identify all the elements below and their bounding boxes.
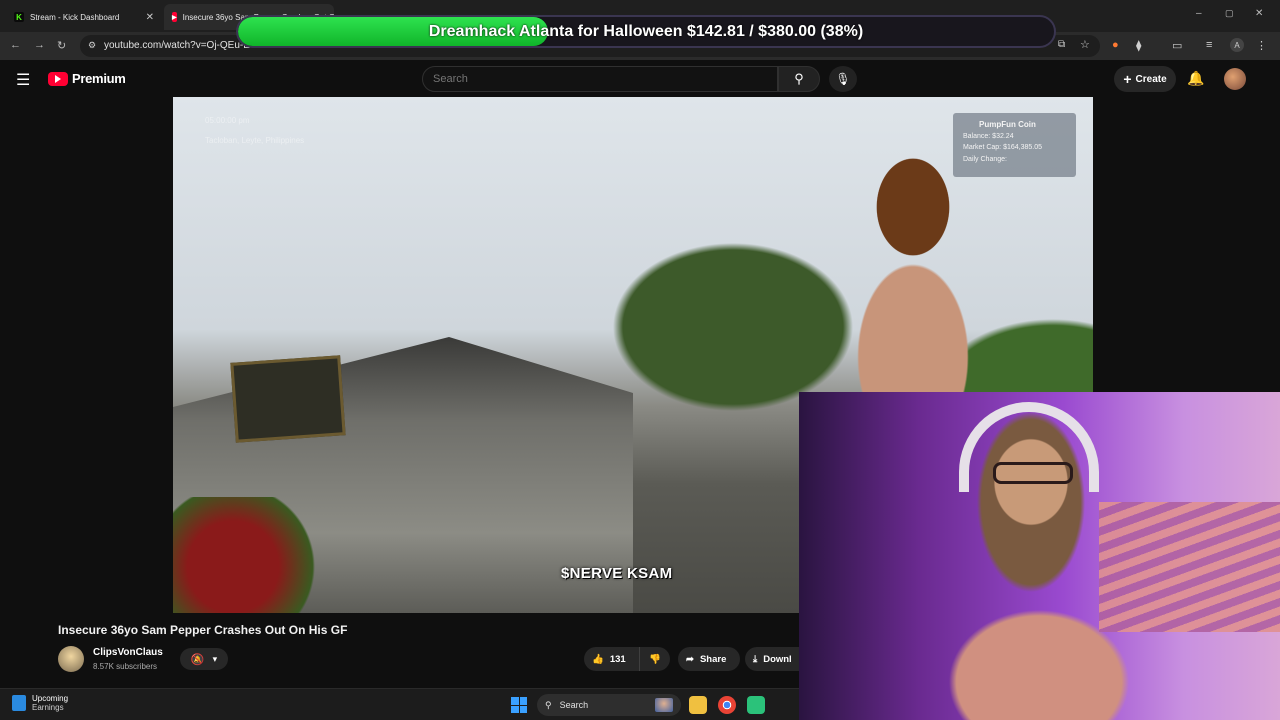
stock-widget-icon xyxy=(12,695,26,711)
youtube-icon: ▶ xyxy=(172,12,177,22)
extensions-puzzle-icon[interactable]: ⧫ xyxy=(1136,39,1141,52)
profile-icon[interactable]: A xyxy=(1230,38,1244,52)
coin-daily-change: Daily Change: xyxy=(963,155,1007,163)
tab-kick-dashboard[interactable]: K Stream - Kick Dashboard ✕ xyxy=(6,4,162,30)
file-explorer-icon[interactable] xyxy=(689,696,707,714)
video-bushes xyxy=(173,497,323,613)
bookmark-star-icon[interactable]: ☆ xyxy=(1080,38,1090,51)
youtube-premium-logo[interactable]: Premium xyxy=(48,71,126,86)
bell-off-icon: 🔕 xyxy=(190,653,205,666)
coin-balance: Balance: $32.24 xyxy=(963,132,1014,140)
browser-menu-icon[interactable]: ⋮ xyxy=(1256,39,1267,52)
windows-taskbar: Upcoming Earnings ⚲ Search xyxy=(0,688,799,720)
webcam-overlay xyxy=(799,392,1280,720)
like-count: 131 xyxy=(609,653,626,665)
search-highlight-image xyxy=(655,698,673,712)
share-icon: ➦ xyxy=(686,653,694,665)
widget-subtitle: Earnings xyxy=(32,703,64,712)
subscribed-notifications-button[interactable]: 🔕 ▾ xyxy=(180,648,228,670)
close-window-icon[interactable]: ✕ xyxy=(1255,8,1263,19)
hamburger-menu-icon[interactable]: ☰ xyxy=(16,70,30,90)
thumbs-up-icon: 👍 xyxy=(592,653,604,665)
create-label: Create xyxy=(1135,73,1167,85)
kick-icon: K xyxy=(14,12,24,22)
minimize-icon[interactable]: – xyxy=(1196,8,1202,19)
search-box[interactable] xyxy=(422,66,778,92)
back-icon[interactable]: ← xyxy=(10,39,21,51)
tab-title: Stream - Kick Dashboard xyxy=(30,12,120,22)
chevron-down-icon: ▾ xyxy=(212,653,218,664)
app-icon[interactable] xyxy=(747,696,765,714)
video-location-overlay: 05:00:00 pm Tacloban, Leyte, Philippines xyxy=(185,111,304,151)
widget-title: Upcoming xyxy=(32,694,69,703)
coin-ticker-caption: $NERVE KSAM xyxy=(561,565,673,582)
search-icon: ⚲ xyxy=(545,699,552,710)
download-label: Downl xyxy=(763,653,792,665)
close-tab-icon[interactable]: ✕ xyxy=(146,12,154,23)
coin-market-cap: Market Cap: $164,385.05 xyxy=(963,144,1042,151)
donation-goal-text: Dreamhack Atlanta for Halloween $142.81 … xyxy=(428,22,864,40)
extension-icon[interactable]: ● xyxy=(1112,39,1119,51)
like-button[interactable]: 👍 131 xyxy=(584,647,640,671)
coin-widget: PumpFun Coin Balance: $32.24 Market Cap:… xyxy=(953,113,1076,177)
youtube-header: ☰ Premium ⚲ 🎙 + Create 🔔 xyxy=(0,60,1280,98)
subscriber-count: 8.57K subscribers xyxy=(93,662,158,671)
site-info-icon[interactable]: ⚙ xyxy=(88,40,96,51)
taskbar-search[interactable]: ⚲ Search xyxy=(537,694,681,716)
dislike-button[interactable]: 👎 xyxy=(640,647,670,671)
webcam-background-pillows xyxy=(1099,502,1280,632)
share-button[interactable]: ➦ Share xyxy=(678,647,740,671)
channel-avatar[interactable] xyxy=(58,646,84,672)
create-button[interactable]: + Create xyxy=(1114,66,1176,92)
search-input[interactable] xyxy=(433,73,733,85)
widgets-button[interactable]: Upcoming Earnings xyxy=(12,694,68,712)
voice-search-button[interactable]: 🎙 xyxy=(829,66,857,92)
video-sign xyxy=(230,355,346,443)
webcam-glasses xyxy=(993,462,1073,484)
search-button[interactable]: ⚲ xyxy=(778,66,820,92)
forward-icon[interactable]: → xyxy=(34,39,45,51)
share-label: Share xyxy=(699,653,727,665)
start-windows-icon[interactable] xyxy=(511,697,527,713)
chrome-icon[interactable] xyxy=(718,696,736,714)
video-title: Insecure 36yo Sam Pepper Crashes Out On … xyxy=(58,623,348,637)
location-time: 05:00:00 pm xyxy=(205,116,250,125)
side-panel-icon[interactable]: ▭ xyxy=(1172,39,1182,52)
download-icon: ⤓ xyxy=(753,653,758,665)
notifications-bell-icon[interactable]: 🔔 xyxy=(1187,70,1204,87)
like-dislike-group: 👍 131 👎 xyxy=(584,647,670,671)
thumbs-down-icon: 👎 xyxy=(649,653,661,665)
url-text: youtube.com/watch?v=Oj-QEu-E xyxy=(104,40,250,51)
location-place: Tacloban, Leyte, Philippines xyxy=(205,136,305,145)
reload-icon[interactable]: ↻ xyxy=(57,39,66,52)
plus-icon: + xyxy=(1123,71,1132,87)
account-avatar[interactable] xyxy=(1224,68,1246,90)
taskbar-search-label: Search xyxy=(559,700,589,710)
coin-widget-title: PumpFun Coin xyxy=(979,120,1036,129)
donation-goal-bar: Dreamhack Atlanta for Halloween $142.81 … xyxy=(236,15,1056,48)
youtube-logo-icon xyxy=(48,71,68,86)
install-app-icon[interactable]: ⧉ xyxy=(1058,39,1065,50)
search-icon: ⚲ xyxy=(794,71,804,86)
microphone-icon: 🎙 xyxy=(835,72,851,86)
logo-label: Premium xyxy=(72,71,126,86)
reading-list-icon[interactable]: ≡ xyxy=(1206,39,1212,51)
channel-name[interactable]: ClipsVonClaus xyxy=(93,647,163,658)
maximize-icon[interactable]: ▢ xyxy=(1225,8,1234,19)
